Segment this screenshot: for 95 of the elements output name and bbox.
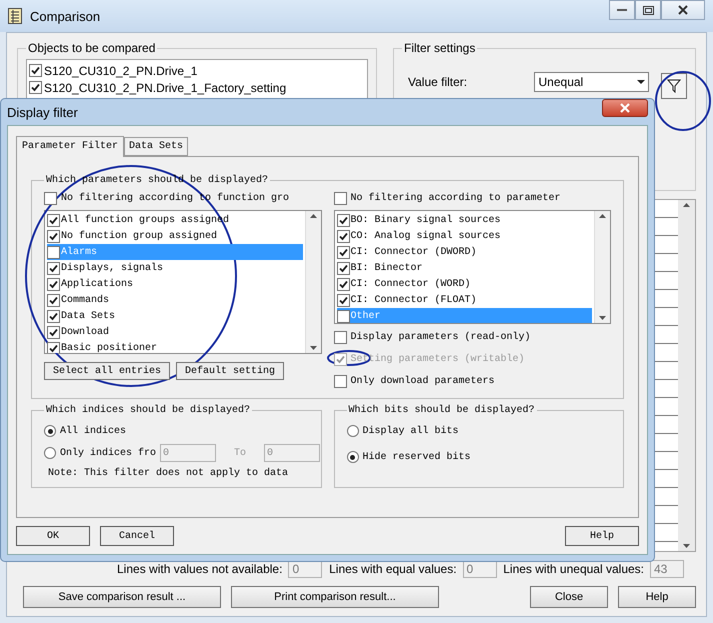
count-label: Lines with unequal values:: [503, 562, 644, 576]
radio-button[interactable]: [44, 425, 56, 437]
list-item[interactable]: Data Sets: [47, 308, 302, 324]
checkbox[interactable]: [334, 374, 346, 388]
group-title: Which indices should be displayed?: [45, 405, 252, 416]
radio-label: Hide reserved bits: [362, 452, 471, 462]
list-button[interactable]: Select all entries: [44, 362, 170, 380]
dialog-button[interactable]: Save comparison result ...: [23, 586, 221, 608]
close-button[interactable]: [661, 0, 705, 20]
checkbox[interactable]: [29, 81, 42, 94]
checkbox[interactable]: [336, 278, 350, 290]
close-button[interactable]: [602, 99, 648, 117]
checkbox-label: No filtering according to parameter: [350, 192, 561, 204]
checkbox[interactable]: [334, 330, 346, 344]
group-title: Which bits should be displayed?: [348, 405, 536, 416]
checkbox-label: Only download parameters: [350, 376, 495, 386]
dialog-button[interactable]: Help: [565, 526, 639, 546]
checkbox[interactable]: [29, 64, 42, 77]
checkbox[interactable]: [336, 294, 350, 306]
radio-label: Only indices fro: [60, 448, 156, 458]
list-item[interactable]: Applications: [47, 276, 302, 292]
radio-button[interactable]: [44, 447, 56, 459]
radio-button[interactable]: [346, 425, 358, 437]
scrollbar[interactable]: [304, 211, 320, 353]
maximize-button[interactable]: [635, 0, 661, 20]
checkbox[interactable]: [47, 262, 60, 274]
count-field[interactable]: 43: [650, 560, 684, 578]
dialog-button[interactable]: Help: [618, 586, 696, 608]
close-icon: [620, 103, 630, 113]
scroll-down-icon[interactable]: [599, 316, 606, 320]
radio-button[interactable]: [346, 451, 358, 463]
checkbox[interactable]: [336, 246, 350, 258]
checkbox[interactable]: [47, 230, 60, 242]
radio-label: All indices: [60, 426, 126, 436]
checkbox[interactable]: [47, 342, 60, 353]
minimize-button[interactable]: [609, 0, 635, 20]
object-name: S120_CU310_2_PN.Drive_1_Factory_setting: [44, 80, 286, 94]
checkbox[interactable]: [44, 192, 57, 204]
count-label: Lines with values not available:: [117, 562, 282, 576]
checkbox[interactable]: [47, 326, 60, 338]
scroll-up-icon[interactable]: [599, 214, 606, 218]
dialog-button[interactable]: Print comparison result...: [231, 586, 439, 608]
scrollbar[interactable]: [594, 211, 610, 323]
checkbox[interactable]: [47, 294, 60, 306]
value-filter-dropdown[interactable]: Unequal: [534, 72, 650, 92]
radio-label: Display all bits: [362, 426, 459, 436]
restore-icon: [642, 6, 654, 14]
field-label: Value filter:: [408, 75, 468, 89]
scroll-down-icon[interactable]: [683, 544, 690, 548]
checkbox[interactable]: [334, 192, 346, 204]
list-item[interactable]: BI: Binector: [336, 260, 592, 276]
checkbox[interactable]: [336, 262, 350, 274]
checkbox[interactable]: [336, 214, 350, 226]
list-box[interactable]: BO: Binary signal sources CO: Analog signal sources CI: Connector (DWORD) BI: Binector CI: Connector (WORD) CI: Connector (FLOAT) Other: [334, 210, 611, 324]
tab[interactable]: Data Sets: [124, 137, 188, 156]
checkbox[interactable]: [47, 310, 60, 322]
list-item[interactable]: CI: Connector (FLOAT): [336, 292, 592, 308]
checkbox[interactable]: [336, 230, 350, 242]
list-item[interactable]: Basic positioner: [47, 340, 302, 353]
list-button[interactable]: Default setting: [176, 362, 284, 380]
scroll-down-icon[interactable]: [310, 346, 316, 350]
object-name: S120_CU310_2_PN.Drive_1: [44, 64, 198, 78]
list-item[interactable]: Commands: [47, 292, 302, 308]
list-item[interactable]: Download: [47, 324, 302, 340]
list-item[interactable]: CI: Connector (DWORD): [336, 244, 592, 260]
list-item[interactable]: BO: Binary signal sources: [336, 212, 592, 228]
list-item[interactable]: Displays, signals: [47, 260, 302, 276]
checkbox[interactable]: [47, 246, 60, 258]
field-label: To: [234, 448, 246, 458]
group-title: Objects to be compared: [27, 41, 156, 55]
dialog-button[interactable]: Cancel: [100, 526, 174, 546]
checkbox[interactable]: [47, 214, 60, 226]
table-icon: [8, 8, 22, 24]
list-item[interactable]: CI: Connector (WORD): [336, 276, 592, 292]
minimize-icon: [617, 8, 627, 12]
note-text: Note: This filter does not apply to data: [47, 466, 290, 479]
group-title: Which parameters should be displayed?: [45, 175, 270, 186]
funnel-icon: [667, 79, 682, 93]
checkbox[interactable]: [336, 310, 350, 322]
hand-drawn-circle: [655, 71, 711, 131]
list-item[interactable]: No function group assigned: [47, 228, 302, 244]
scroll-up-icon[interactable]: [310, 214, 316, 218]
list-item[interactable]: CO: Analog signal sources: [336, 228, 592, 244]
dialog-button[interactable]: OK: [16, 526, 90, 546]
dialog-button[interactable]: Close: [530, 586, 608, 608]
filter-button[interactable]: [661, 73, 687, 99]
tab[interactable]: Parameter Filter: [16, 136, 124, 157]
group-title: Filter settings: [403, 41, 476, 55]
window-title: Comparison: [30, 8, 100, 24]
checkbox[interactable]: [47, 278, 60, 290]
count-label: Lines with equal values:: [329, 562, 457, 576]
scrollbar[interactable]: [678, 200, 695, 551]
scroll-up-icon[interactable]: [683, 203, 690, 207]
close-icon: [678, 5, 688, 15]
checkbox-label: Display parameters (read-only): [350, 332, 531, 342]
